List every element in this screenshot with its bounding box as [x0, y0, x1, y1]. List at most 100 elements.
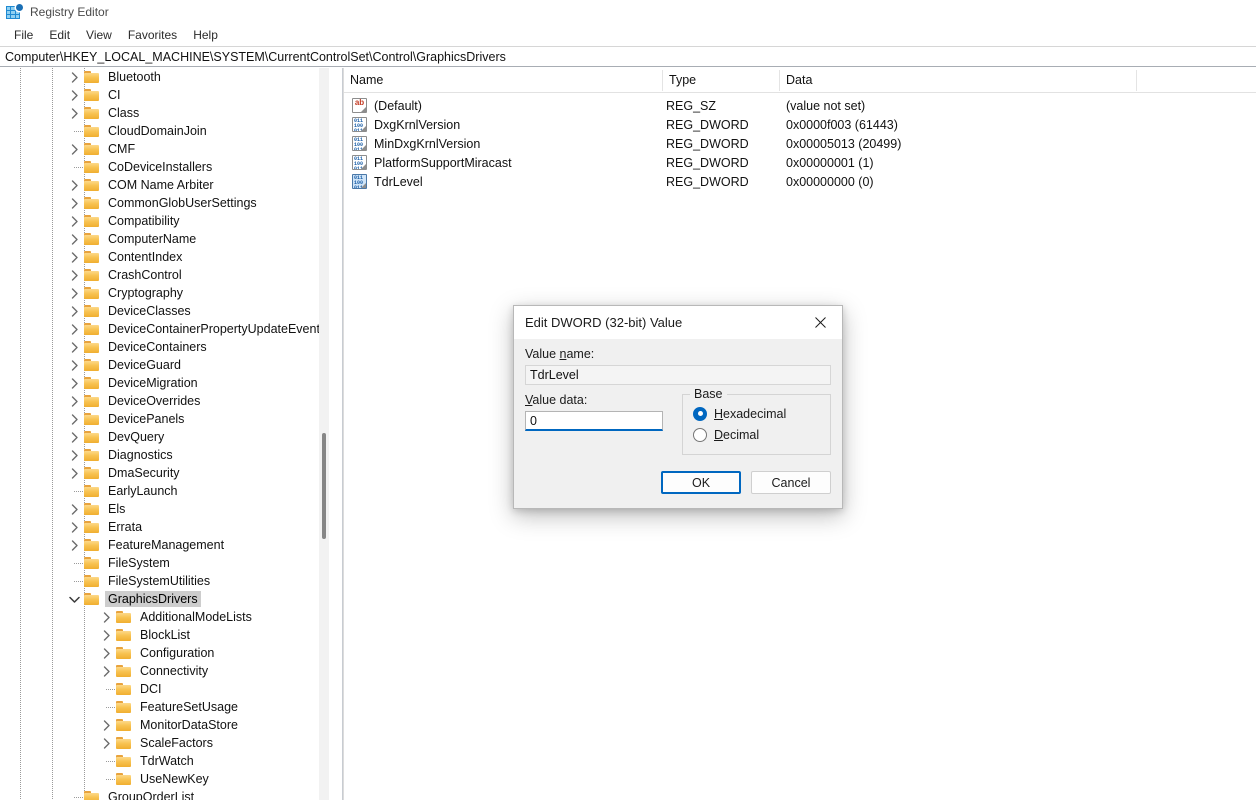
radio-hexadecimal-indicator[interactable] [693, 406, 707, 421]
value-row[interactable]: 011 100 011 TdrLevel REG_DWORD 0x00000000 (0) [344, 172, 1256, 191]
tree-item-diagnostics[interactable]: Diagnostics [0, 446, 320, 464]
tree-item-usenewkey[interactable]: UseNewKey [0, 770, 320, 788]
expand-chevron-right-icon[interactable] [68, 194, 84, 212]
tree-item-devquery[interactable]: DevQuery [0, 428, 320, 446]
tree-item-ci[interactable]: CI [0, 86, 320, 104]
expand-chevron-right-icon[interactable] [68, 338, 84, 356]
expand-chevron-right-icon[interactable] [68, 248, 84, 266]
menu-favorites[interactable]: Favorites [120, 26, 185, 44]
registry-tree[interactable]: Bluetooth CI Class CloudDomainJoin CMF CoDevi… [0, 68, 320, 800]
value-row[interactable]: ab (Default) REG_SZ (value not set) [344, 96, 1256, 115]
tree-item-monitordatastore[interactable]: MonitorDataStore [0, 716, 320, 734]
radio-decimal-indicator[interactable] [693, 427, 707, 442]
tree-item-scalefactors[interactable]: ScaleFactors [0, 734, 320, 752]
expand-chevron-right-icon[interactable] [100, 662, 116, 680]
tree-item-clouddomainjoin[interactable]: CloudDomainJoin [0, 122, 320, 140]
tree-item-codeviceinstallers[interactable]: CoDeviceInstallers [0, 158, 320, 176]
expand-chevron-right-icon[interactable] [68, 176, 84, 194]
expand-chevron-right-icon[interactable] [68, 392, 84, 410]
expand-chevron-right-icon[interactable] [68, 284, 84, 302]
tree-item-grouporderlist[interactable]: GroupOrderList [0, 788, 320, 800]
tree-item-devicemigration[interactable]: DeviceMigration [0, 374, 320, 392]
expand-chevron-right-icon[interactable] [68, 140, 84, 158]
column-header-type[interactable]: Type [663, 68, 779, 92]
expand-chevron-right-icon[interactable] [68, 374, 84, 392]
expand-chevron-right-icon[interactable] [100, 626, 116, 644]
tree-item-blocklist[interactable]: BlockList [0, 626, 320, 644]
tree-item-computername[interactable]: ComputerName [0, 230, 320, 248]
tree-item-bluetooth[interactable]: Bluetooth [0, 68, 320, 86]
tree-item-deviceoverrides[interactable]: DeviceOverrides [0, 392, 320, 410]
expand-chevron-right-icon[interactable] [68, 500, 84, 518]
tree-item-crashcontrol[interactable]: CrashControl [0, 266, 320, 284]
menu-file[interactable]: File [6, 26, 41, 44]
expand-chevron-right-icon[interactable] [68, 266, 84, 284]
expand-chevron-right-icon[interactable] [68, 446, 84, 464]
tree-item-featuremanagement[interactable]: FeatureManagement [0, 536, 320, 554]
pane-divider[interactable] [342, 68, 343, 800]
menu-edit[interactable]: Edit [41, 26, 78, 44]
value-row[interactable]: 011 100 011 PlatformSupportMiracast REG_DWOR… [344, 153, 1256, 172]
expand-chevron-right-icon[interactable] [68, 410, 84, 428]
value-row[interactable]: 011 100 011 MinDxgKrnlVersion REG_DWORD 0x000… [344, 134, 1256, 153]
expand-chevron-right-icon[interactable] [68, 518, 84, 536]
tree-item-featuresetusage[interactable]: FeatureSetUsage [0, 698, 320, 716]
tree-item-connectivity[interactable]: Connectivity [0, 662, 320, 680]
menu-view[interactable]: View [78, 26, 120, 44]
tree-item-contentindex[interactable]: ContentIndex [0, 248, 320, 266]
value-row[interactable]: 011 100 011 DxgKrnlVersion REG_DWORD 0x0000f0… [344, 115, 1256, 134]
expand-chevron-right-icon[interactable] [68, 428, 84, 446]
tree-item-deviceclasses[interactable]: DeviceClasses [0, 302, 320, 320]
value-data-input[interactable]: 0 [525, 411, 663, 431]
address-bar[interactable]: Computer\HKEY_LOCAL_MACHINE\SYSTEM\Curre… [0, 46, 1256, 67]
tree-scrollbar[interactable] [319, 68, 329, 800]
ok-button[interactable]: OK [661, 471, 741, 494]
radio-decimal[interactable]: Decimal [693, 424, 820, 445]
tree-item-additionalmodelists[interactable]: AdditionalModeLists [0, 608, 320, 626]
tree-item-errata[interactable]: Errata [0, 518, 320, 536]
expand-chevron-right-icon[interactable] [100, 734, 116, 752]
cancel-button[interactable]: Cancel [751, 471, 831, 494]
tree-item-deviceguard[interactable]: DeviceGuard [0, 356, 320, 374]
collapse-chevron-down-icon[interactable] [68, 590, 84, 608]
expand-chevron-right-icon[interactable] [68, 320, 84, 338]
tree-item-els[interactable]: Els [0, 500, 320, 518]
column-header-data[interactable]: Data [780, 68, 1136, 92]
close-icon[interactable] [798, 307, 842, 339]
tree-item-dci[interactable]: DCI [0, 680, 320, 698]
tree-item-class[interactable]: Class [0, 104, 320, 122]
tree-item-dmasecurity[interactable]: DmaSecurity [0, 464, 320, 482]
tree-item-graphicsdrivers[interactable]: GraphicsDrivers [0, 590, 320, 608]
expand-chevron-right-icon[interactable] [68, 212, 84, 230]
tree-item-devicecontainerpropertyupdateevents[interactable]: DeviceContainerPropertyUpdateEvents [0, 320, 320, 338]
tree-item-filesystem[interactable]: FileSystem [0, 554, 320, 572]
menu-help[interactable]: Help [185, 26, 226, 44]
expand-chevron-right-icon[interactable] [68, 230, 84, 248]
expand-chevron-right-icon[interactable] [100, 608, 116, 626]
tree-item-devicepanels[interactable]: DevicePanels [0, 410, 320, 428]
tree-item-compatibility[interactable]: Compatibility [0, 212, 320, 230]
expand-chevron-right-icon[interactable] [68, 464, 84, 482]
tree-item-earlylaunch[interactable]: EarlyLaunch [0, 482, 320, 500]
expand-chevron-right-icon[interactable] [68, 536, 84, 554]
expand-chevron-right-icon[interactable] [68, 356, 84, 374]
expand-chevron-right-icon[interactable] [100, 716, 116, 734]
tree-item-configuration[interactable]: Configuration [0, 644, 320, 662]
tree-item-com-name-arbiter[interactable]: COM Name Arbiter [0, 176, 320, 194]
expand-chevron-right-icon[interactable] [100, 644, 116, 662]
radio-hexadecimal[interactable]: Hexadecimal [693, 403, 820, 424]
tree-item-tdrwatch[interactable]: TdrWatch [0, 752, 320, 770]
expand-chevron-right-icon[interactable] [68, 68, 84, 86]
tree-item-commonglobusersettings[interactable]: CommonGlobUserSettings [0, 194, 320, 212]
value-name-input[interactable]: TdrLevel [525, 365, 831, 385]
tree-scrollbar-thumb[interactable] [322, 433, 326, 539]
tree-item-cryptography[interactable]: Cryptography [0, 284, 320, 302]
tree-item-filesystemutilities[interactable]: FileSystemUtilities [0, 572, 320, 590]
expand-chevron-right-icon[interactable] [68, 86, 84, 104]
column-header-name[interactable]: Name [344, 68, 662, 92]
expand-chevron-right-icon[interactable] [68, 104, 84, 122]
tree-item-devicecontainers[interactable]: DeviceContainers [0, 338, 320, 356]
values-list[interactable]: ab (Default) REG_SZ (value not set) 011 100 01… [344, 93, 1256, 191]
tree-item-cmf[interactable]: CMF [0, 140, 320, 158]
expand-chevron-right-icon[interactable] [68, 302, 84, 320]
